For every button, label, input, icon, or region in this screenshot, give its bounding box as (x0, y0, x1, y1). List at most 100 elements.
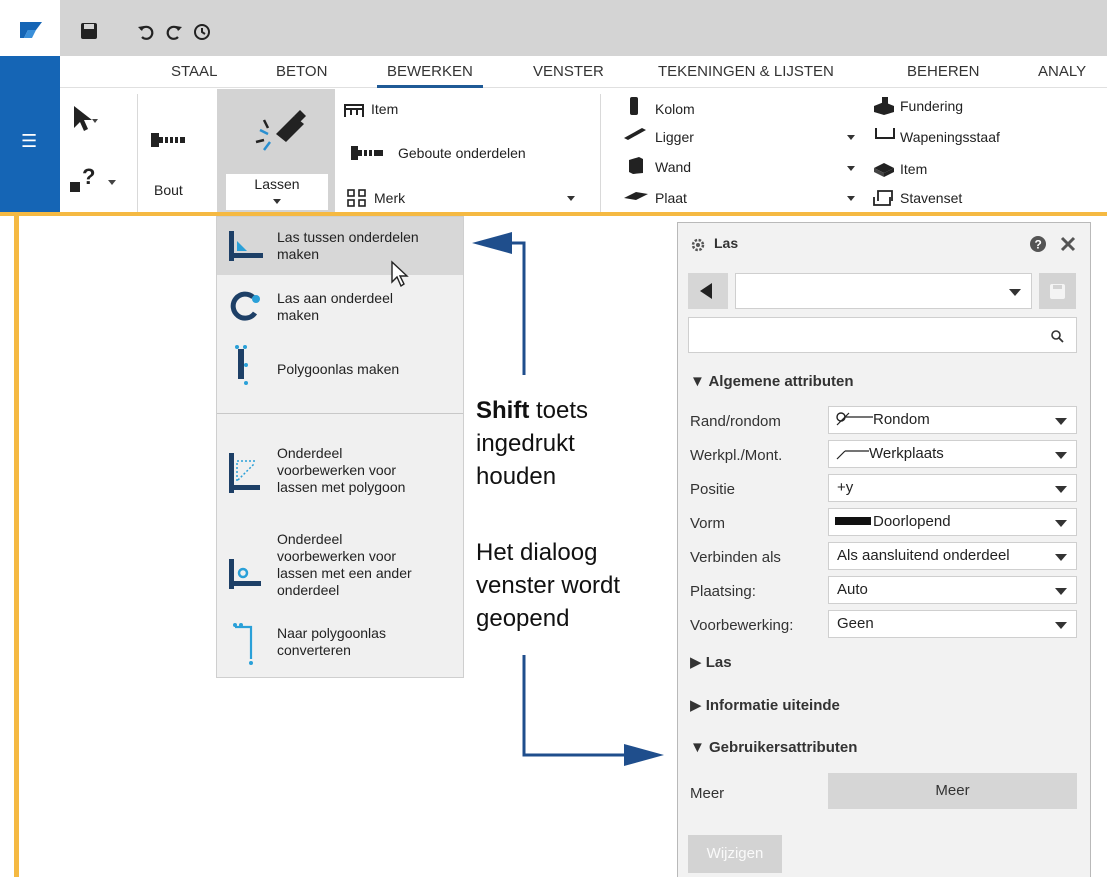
menu-divider (217, 413, 463, 414)
search-icon (1051, 330, 1064, 343)
menu-item-label: Polygoonlas maken (277, 361, 400, 377)
section-algemene-attributen[interactable]: ▼ Algemene attributen (690, 373, 854, 390)
geboute-onderdelen-button[interactable]: Geboute onderdelen (398, 145, 526, 161)
wijzigen-button[interactable]: Wijzigen (688, 835, 782, 873)
app-logo[interactable] (0, 0, 60, 56)
field-label: Vorm (690, 515, 726, 532)
menu-item-label: onderdeel (277, 582, 340, 598)
field-value: Als aansluitend onderdeel (837, 547, 1010, 564)
select-pointer-icon[interactable] (70, 104, 100, 137)
plaat-button[interactable]: Plaat (655, 190, 687, 206)
stavenset-dropdown-icon[interactable] (847, 196, 855, 201)
tab-bewerken[interactable]: BEWERKEN (377, 63, 483, 88)
section-las[interactable]: ▶ Las (690, 653, 732, 671)
save-preset-button[interactable] (1039, 273, 1076, 309)
wand-button[interactable]: Wand (655, 159, 691, 175)
chevron-down-icon (1055, 520, 1067, 527)
annotation-dialog: Het dialoog venster wordt geopend (476, 536, 620, 635)
rand-rondom-select[interactable]: Rondom (828, 406, 1077, 434)
plaatsing-select[interactable]: Auto (828, 576, 1077, 604)
werkplaats-select[interactable]: Werkplaats (828, 440, 1077, 468)
chevron-down-icon (273, 199, 281, 204)
undo-icon[interactable] (136, 22, 158, 44)
wapeningsstaaf-button[interactable]: Wapeningsstaaf (900, 129, 1000, 145)
annotation-shift: Shift toets ingedrukt houden (476, 394, 588, 493)
bout-label[interactable]: Bout (154, 182, 183, 198)
stavenset-button[interactable]: Stavenset (900, 190, 962, 206)
annotation-shift-rest: toets (529, 397, 589, 424)
field-label: Verbinden als (690, 549, 781, 566)
item2-dropdown-icon[interactable] (847, 166, 855, 171)
section-label: Gebruikersattributen (709, 739, 858, 756)
expanded-triangle-icon: ▼ (690, 739, 710, 756)
menu-item-las-aan-onderdeel[interactable]: Las aan onderdeel maken (217, 281, 463, 339)
tab-venster[interactable]: VENSTER (533, 63, 604, 80)
gear-icon (690, 237, 706, 256)
field-label: Werkpl./Mont. (690, 447, 783, 464)
section-informatie-uiteinde[interactable]: ▶ Informatie uiteinde (690, 696, 840, 714)
las-properties-panel: Las ? ▼ Algemene attributen Rand/rondom … (677, 222, 1091, 877)
field-value: +y (837, 479, 854, 496)
menu-item-naar-polygoonlas[interactable]: Naar polygoonlas converteren (217, 615, 463, 671)
fundering-icon (872, 96, 896, 119)
tab-tekeningen-lijsten[interactable]: TEKENINGEN & LIJSTEN (658, 63, 834, 80)
tab-analyse[interactable]: ANALY (1038, 63, 1086, 80)
menu-item-label: Las tussen onderdelen (277, 229, 419, 245)
menu-item-las-tussen-onderdelen[interactable]: Las tussen onderdelen maken (217, 217, 463, 275)
field-label: Voorbewerking: (690, 617, 794, 634)
convert-polygon-icon (231, 621, 259, 668)
menu-item-voorbewerken-polygoon[interactable]: Onderdeel voorbewerken voor lassen met p… (217, 437, 463, 507)
voorbewerking-select[interactable]: Geen (828, 610, 1077, 638)
item2-button[interactable]: Item (900, 161, 927, 177)
search-input[interactable] (688, 317, 1077, 353)
menu-item-label: lassen met een ander (277, 565, 412, 581)
positie-select[interactable]: +y (828, 474, 1077, 502)
history-icon[interactable] (192, 22, 214, 44)
menu-item-label: converteren (277, 642, 351, 658)
orange-accent-left (14, 212, 19, 877)
lassen-label: Lassen (254, 176, 300, 192)
item-button[interactable]: Item (371, 101, 398, 117)
merk-button[interactable]: Merk (374, 190, 405, 206)
lassen-label-box[interactable]: Lassen (226, 174, 328, 210)
field-label: Plaatsing: (690, 583, 756, 600)
menu-item-label: voorbewerken voor (277, 462, 397, 478)
menu-item-voorbewerken-ander-onderdeel[interactable]: Onderdeel voorbewerken voor lassen met e… (217, 523, 463, 613)
bolt-icon[interactable] (151, 131, 185, 152)
annotation-line: Het dialoog (476, 539, 598, 566)
menu-item-polygoonlas[interactable]: Polygoonlas maken (217, 337, 463, 387)
wapening-dropdown-icon[interactable] (847, 135, 855, 140)
tab-beheren[interactable]: BEHEREN (907, 63, 980, 80)
weld-to-part-icon (229, 291, 261, 326)
ligger-button[interactable]: Ligger (655, 129, 694, 145)
fundering-button[interactable]: Fundering (900, 98, 963, 114)
tab-beton[interactable]: BETON (276, 63, 327, 80)
field-value: Auto (837, 581, 868, 598)
merk-dropdown-icon[interactable] (567, 196, 575, 201)
kolom-icon (627, 96, 641, 119)
tab-staal[interactable]: STAAL (171, 63, 217, 80)
item-block-icon (872, 160, 896, 181)
lassen-dropdown-menu: Las tussen onderdelen maken Las aan onde… (216, 216, 464, 678)
meer-button[interactable]: Meer (828, 773, 1077, 809)
help-icon[interactable]: ? (1029, 235, 1047, 256)
kolom-button[interactable]: Kolom (655, 101, 695, 117)
back-button[interactable] (688, 273, 728, 309)
stavenset-icon (872, 187, 894, 210)
close-icon[interactable] (1059, 235, 1077, 256)
section-gebruikersattributen[interactable]: ▼ Gebruikersattributen (690, 739, 857, 756)
help-query-icon[interactable]: ? (70, 162, 122, 201)
hamburger-icon[interactable]: ☰ (21, 132, 37, 150)
preset-dropdown[interactable] (735, 273, 1032, 309)
meer-label: Meer (690, 785, 725, 802)
verbinden-als-select[interactable]: Als aansluitend onderdeel (828, 542, 1077, 570)
weld-torch-icon (254, 108, 306, 159)
save-icon[interactable] (80, 22, 102, 44)
save-icon (1050, 284, 1065, 299)
redo-icon[interactable] (164, 22, 186, 44)
ligger-icon (622, 124, 648, 145)
menu-item-label: lassen met polygoon (277, 479, 406, 495)
polygon-weld-icon (231, 343, 255, 390)
vorm-select[interactable]: Doorlopend (828, 508, 1077, 536)
svg-text:?: ? (1035, 238, 1042, 252)
